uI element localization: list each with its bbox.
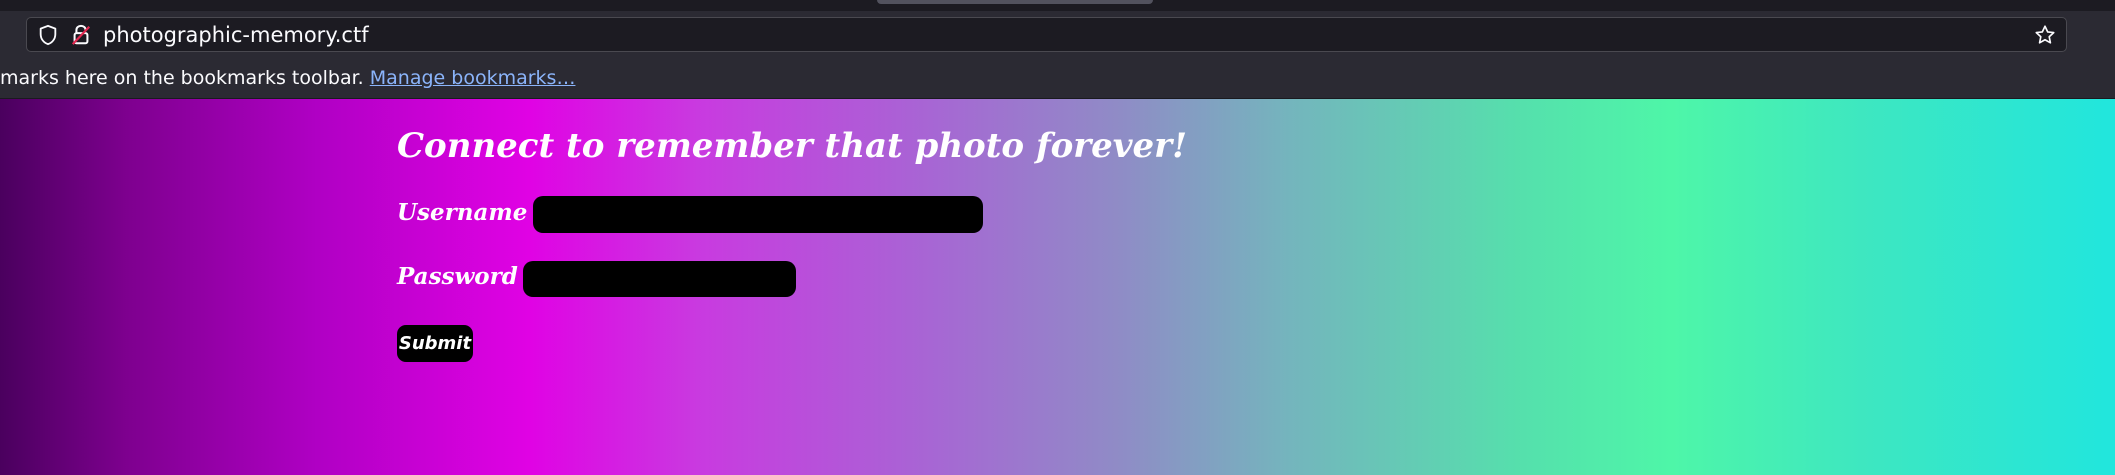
username-label: Username [397, 199, 528, 226]
bookmarks-toolbar-message: marks here on the bookmarks toolbar. Man… [0, 66, 575, 90]
password-input[interactable] [523, 261, 796, 297]
page-title: Connect to remember that photo forever! [397, 126, 1188, 166]
submit-button[interactable]: Submit [397, 325, 473, 362]
password-label: Password [397, 263, 518, 290]
page-content: Connect to remember that photo forever! … [0, 99, 2115, 475]
bookmarks-hint-text: marks here on the bookmarks toolbar. [0, 67, 364, 89]
username-input[interactable] [533, 196, 983, 233]
shield-icon[interactable] [37, 24, 59, 46]
bookmark-star-icon[interactable] [2034, 24, 2056, 46]
insecure-lock-icon[interactable] [70, 23, 92, 47]
manage-bookmarks-link[interactable]: Manage bookmarks… [370, 67, 576, 89]
bookmarks-toolbar: marks here on the bookmarks toolbar. Man… [0, 57, 2115, 99]
tab-strip [0, 0, 2115, 11]
tab-indicator[interactable] [877, 0, 1153, 4]
address-bar[interactable]: photographic-memory.ctf [26, 17, 2067, 52]
url-text[interactable]: photographic-memory.ctf [103, 22, 369, 48]
